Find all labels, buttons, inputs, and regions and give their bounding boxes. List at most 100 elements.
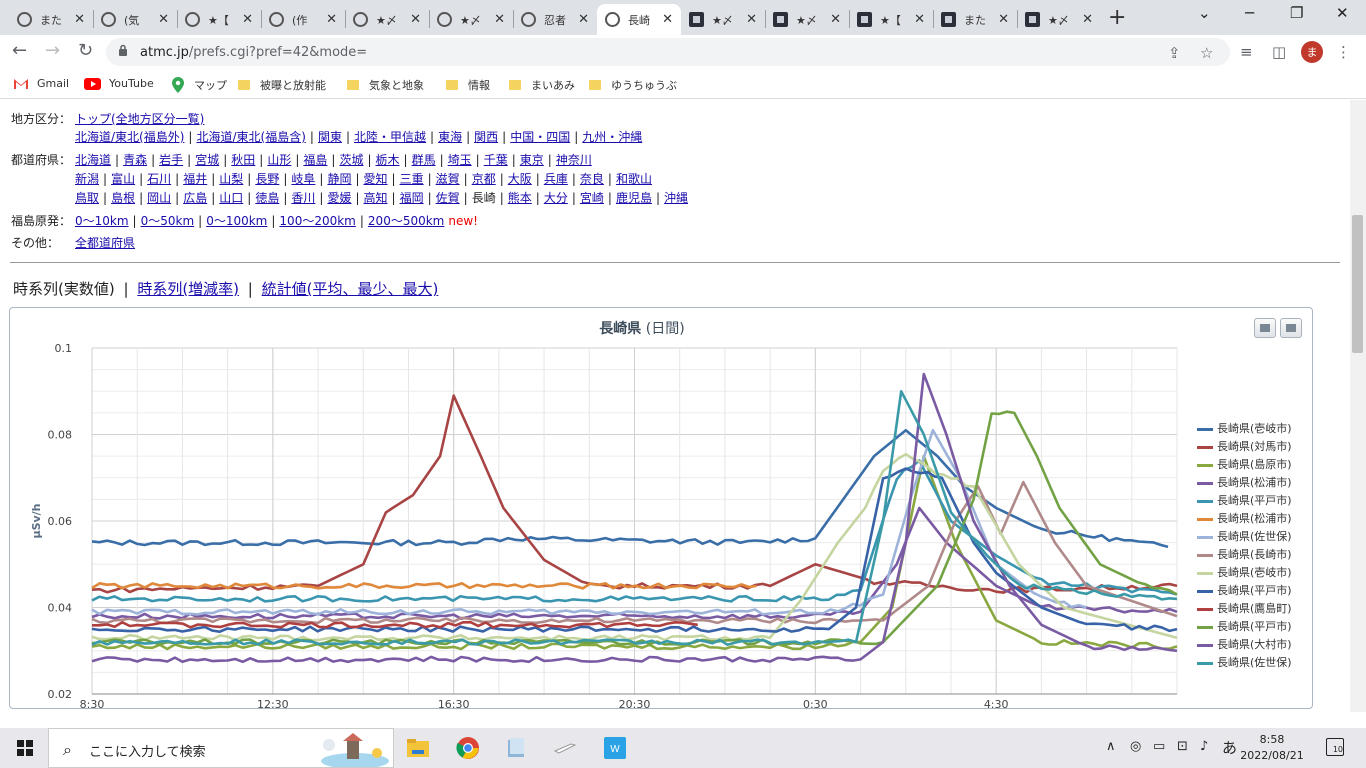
close-tab-icon[interactable]: ✕ <box>662 12 673 27</box>
region-top-link[interactable]: トップ(全地方区分一覧) <box>75 112 204 126</box>
nav-link[interactable]: 0〜100km <box>206 214 267 228</box>
reading-list-icon[interactable]: ≡ <box>1240 43 1253 61</box>
close-tab-icon[interactable]: ✕ <box>1082 12 1093 27</box>
nav-link[interactable]: 関東 <box>318 130 342 144</box>
close-tab-icon[interactable]: ✕ <box>242 12 253 27</box>
nav-link[interactable]: 東海 <box>438 130 462 144</box>
legend-item[interactable]: 長崎県(島原市) <box>1197 456 1292 474</box>
legend-item[interactable]: 長崎県(平戸市) <box>1197 582 1292 600</box>
legend-item[interactable]: 長崎県(平戸市) <box>1197 492 1292 510</box>
bookmark-gmail[interactable]: Gmail <box>13 77 69 90</box>
browser-tab[interactable]: 忍者 ✕ <box>513 4 597 35</box>
legend-item[interactable]: 長崎県(壱岐市) <box>1197 420 1292 438</box>
nav-link[interactable]: 京都 <box>472 172 496 186</box>
bookmark-star-icon[interactable]: ☆ <box>1200 44 1213 62</box>
menu-icon[interactable]: ⋮ <box>1336 43 1351 61</box>
profile-avatar[interactable]: ま <box>1301 41 1323 63</box>
share-icon[interactable]: ⇪ <box>1168 44 1181 62</box>
nav-link[interactable]: 北海道 <box>75 153 111 167</box>
bookmark-folder[interactable]: 気象と地象 <box>347 77 424 93</box>
browser-tab[interactable]: また ✕ <box>933 4 1017 35</box>
legend-item[interactable]: 長崎県(佐世保) <box>1197 528 1292 546</box>
bookmark-maps[interactable]: マップ <box>172 77 227 93</box>
browser-tab[interactable]: (気 ✕ <box>93 4 177 35</box>
nav-link[interactable]: 北海道/東北(福島外) <box>75 130 184 144</box>
all-prefs-link[interactable]: 全都道府県 <box>75 236 135 250</box>
new-tab-button[interactable]: + <box>1108 5 1126 30</box>
nav-link[interactable]: 0〜10km <box>75 214 129 228</box>
nav-link[interactable]: 茨城 <box>339 153 363 167</box>
nav-link[interactable]: 山形 <box>267 153 291 167</box>
legend-item[interactable]: 長崎県(対馬市) <box>1197 438 1292 456</box>
tab-search-icon[interactable]: ⌄ <box>1198 4 1211 22</box>
url-text[interactable]: atmc.jp/prefs.cgi?pref=42&mode= <box>140 45 367 60</box>
nav-link[interactable]: 神奈川 <box>556 153 592 167</box>
nav-link[interactable]: 佐賀 <box>436 191 460 205</box>
nav-link[interactable]: 岐阜 <box>291 172 315 186</box>
browser-tab[interactable]: ★〆 ✕ <box>1017 4 1101 35</box>
nav-link[interactable]: 愛知 <box>364 172 388 186</box>
reload-button[interactable]: ↻ <box>78 40 93 61</box>
nav-link[interactable]: 福岡 <box>400 191 424 205</box>
close-tab-icon[interactable]: ✕ <box>326 12 337 27</box>
ime-indicator[interactable]: あ <box>1222 737 1237 758</box>
nav-link[interactable]: 愛媛 <box>327 191 351 205</box>
meet-icon[interactable]: ◎ <box>1130 739 1141 754</box>
browser-tab[interactable]: ★【 ✕ <box>177 4 261 35</box>
nav-link[interactable]: 北陸・甲信越 <box>354 130 426 144</box>
nav-link[interactable]: 静岡 <box>327 172 351 186</box>
file-explorer-icon[interactable] <box>406 736 430 760</box>
nav-link[interactable]: 中国・四国 <box>510 130 570 144</box>
nav-link[interactable]: 山口 <box>219 191 243 205</box>
nav-link[interactable]: 熊本 <box>508 191 532 205</box>
nav-link[interactable]: 100〜200km <box>279 214 355 228</box>
nav-link[interactable]: 香川 <box>291 191 315 205</box>
bookmark-folder[interactable]: 被曝と放射能 <box>238 77 326 93</box>
nav-link[interactable]: 群馬 <box>412 153 436 167</box>
browser-tab[interactable]: (作 ✕ <box>261 4 345 35</box>
nav-link[interactable]: 0〜50km <box>141 214 195 228</box>
nav-link[interactable]: 島根 <box>111 191 135 205</box>
nav-link[interactable]: 滋賀 <box>436 172 460 186</box>
app-icon[interactable] <box>553 736 577 760</box>
close-tab-icon[interactable]: ✕ <box>158 12 169 27</box>
nav-link[interactable]: 長野 <box>255 172 279 186</box>
nav-link[interactable]: 関西 <box>474 130 498 144</box>
nav-link[interactable]: 大阪 <box>508 172 532 186</box>
nav-link[interactable]: 鳥取 <box>75 191 99 205</box>
browser-tab[interactable]: ★〆 ✕ <box>765 4 849 35</box>
close-tab-icon[interactable]: ✕ <box>494 12 505 27</box>
bookmark-youtube[interactable]: YouTube <box>84 77 154 90</box>
browser-tab[interactable]: 長崎 ✕ <box>597 4 681 35</box>
close-tab-icon[interactable]: ✕ <box>998 12 1009 27</box>
legend-item[interactable]: 長崎県(鷹島町) <box>1197 600 1292 618</box>
nav-link[interactable]: 宮崎 <box>580 191 604 205</box>
nav-link[interactable]: 青森 <box>123 153 147 167</box>
nav-link[interactable]: 千葉 <box>484 153 508 167</box>
close-tab-icon[interactable]: ✕ <box>410 12 421 27</box>
legend-item[interactable]: 長崎県(壱岐市) <box>1197 564 1292 582</box>
scrollbar-thumb[interactable] <box>1352 215 1363 353</box>
chrome-icon[interactable] <box>456 736 480 760</box>
tray-expand-icon[interactable]: ∧ <box>1106 739 1116 754</box>
nav-link[interactable]: 宮城 <box>195 153 219 167</box>
close-tab-icon[interactable]: ✕ <box>74 12 85 27</box>
restore-button[interactable]: ❐ <box>1290 4 1303 22</box>
browser-tab[interactable]: また ✕ <box>9 4 93 35</box>
close-tab-icon[interactable]: ✕ <box>830 12 841 27</box>
nav-link[interactable]: 奈良 <box>580 172 604 186</box>
download-chart-icon[interactable] <box>1280 318 1302 338</box>
legend-item[interactable]: 長崎県(長崎市) <box>1197 546 1292 564</box>
legend-item[interactable]: 長崎県(佐世保) <box>1197 654 1292 672</box>
close-tab-icon[interactable]: ✕ <box>578 12 589 27</box>
volume-icon[interactable]: ♪ <box>1200 739 1208 754</box>
nav-link[interactable]: 新潟 <box>75 172 99 186</box>
nav-link[interactable]: 北海道/東北(福島含) <box>196 130 305 144</box>
minimize-button[interactable]: ─ <box>1245 4 1254 22</box>
nav-link[interactable]: 200〜500km <box>368 214 444 228</box>
windows-start-icon[interactable] <box>17 740 33 756</box>
nav-link[interactable]: 沖縄 <box>664 191 688 205</box>
taskbar-search[interactable]: ⌕ ここに入力して検索 <box>48 728 394 768</box>
address-bar[interactable]: atmc.jp/prefs.cgi?pref=42&mode= ⇪ ☆ <box>106 38 1230 66</box>
forward-button[interactable]: → <box>45 40 60 61</box>
